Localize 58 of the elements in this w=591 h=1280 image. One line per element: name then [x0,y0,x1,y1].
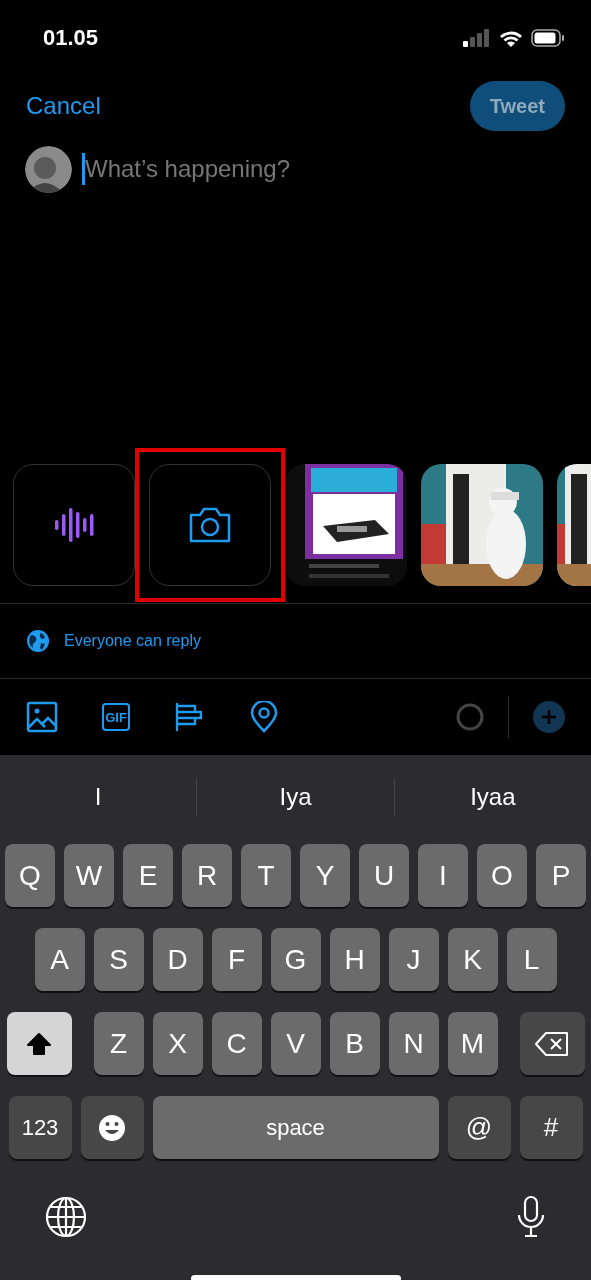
key[interactable]: Z [93,1012,144,1075]
key[interactable]: J [388,928,439,991]
globe-icon [26,629,50,653]
tweet-input[interactable]: What’s happening? [82,153,385,185]
key[interactable]: A [34,928,85,991]
key[interactable]: T [241,844,291,907]
key[interactable]: S [93,928,144,991]
shift-key[interactable] [6,1012,72,1075]
waveform-icon [54,506,94,544]
key[interactable]: I [418,844,468,907]
space-key[interactable]: space [152,1096,439,1159]
battery-icon [531,28,565,47]
suggestion[interactable]: I [0,778,198,816]
key[interactable]: H [329,928,380,991]
clock: 01.05 [43,24,99,51]
shift-icon [26,1031,52,1056]
avatar [25,145,72,193]
key[interactable]: Y [300,844,350,907]
globe-key[interactable] [44,1195,88,1239]
numbers-key[interactable]: 123 [8,1096,72,1159]
location-icon[interactable] [250,701,278,733]
key[interactable]: E [123,844,173,907]
gif-button[interactable]: GIF [102,703,130,731]
key[interactable]: C [211,1012,262,1075]
suggestion[interactable]: Iyaa [394,778,591,816]
voice-tile[interactable] [13,464,135,586]
camera-tile[interactable] [149,464,271,586]
microphone-key[interactable] [515,1195,547,1239]
key[interactable]: Q [5,844,55,907]
key[interactable]: R [182,844,232,907]
key[interactable]: O [477,844,527,907]
image-icon[interactable] [26,701,58,733]
key[interactable]: K [447,928,498,991]
backspace-icon [534,1030,570,1057]
camera-icon [188,506,232,544]
plus-icon [541,709,557,725]
key[interactable]: F [211,928,262,991]
symbol-key[interactable]: # [519,1096,583,1159]
key[interactable]: X [152,1012,203,1075]
key[interactable]: U [359,844,409,907]
signal-icon [463,28,491,47]
smiley-icon [97,1112,127,1143]
key[interactable]: N [388,1012,439,1075]
suggestion[interactable]: Iya [197,778,395,816]
cancel-button[interactable]: Cancel [26,92,101,120]
key[interactable]: W [64,844,114,907]
key[interactable]: P [536,844,586,907]
key[interactable]: G [270,928,321,991]
reply-setting-link[interactable]: Everyone can reply [64,632,201,650]
key[interactable]: M [447,1012,498,1075]
key[interactable]: D [152,928,203,991]
key[interactable]: B [329,1012,380,1075]
emoji-key[interactable] [80,1096,144,1159]
key[interactable]: L [506,928,557,991]
symbol-key[interactable]: @ [447,1096,511,1159]
key[interactable]: V [270,1012,321,1075]
character-count-ring [456,703,484,731]
backspace-key[interactable] [519,1012,585,1075]
